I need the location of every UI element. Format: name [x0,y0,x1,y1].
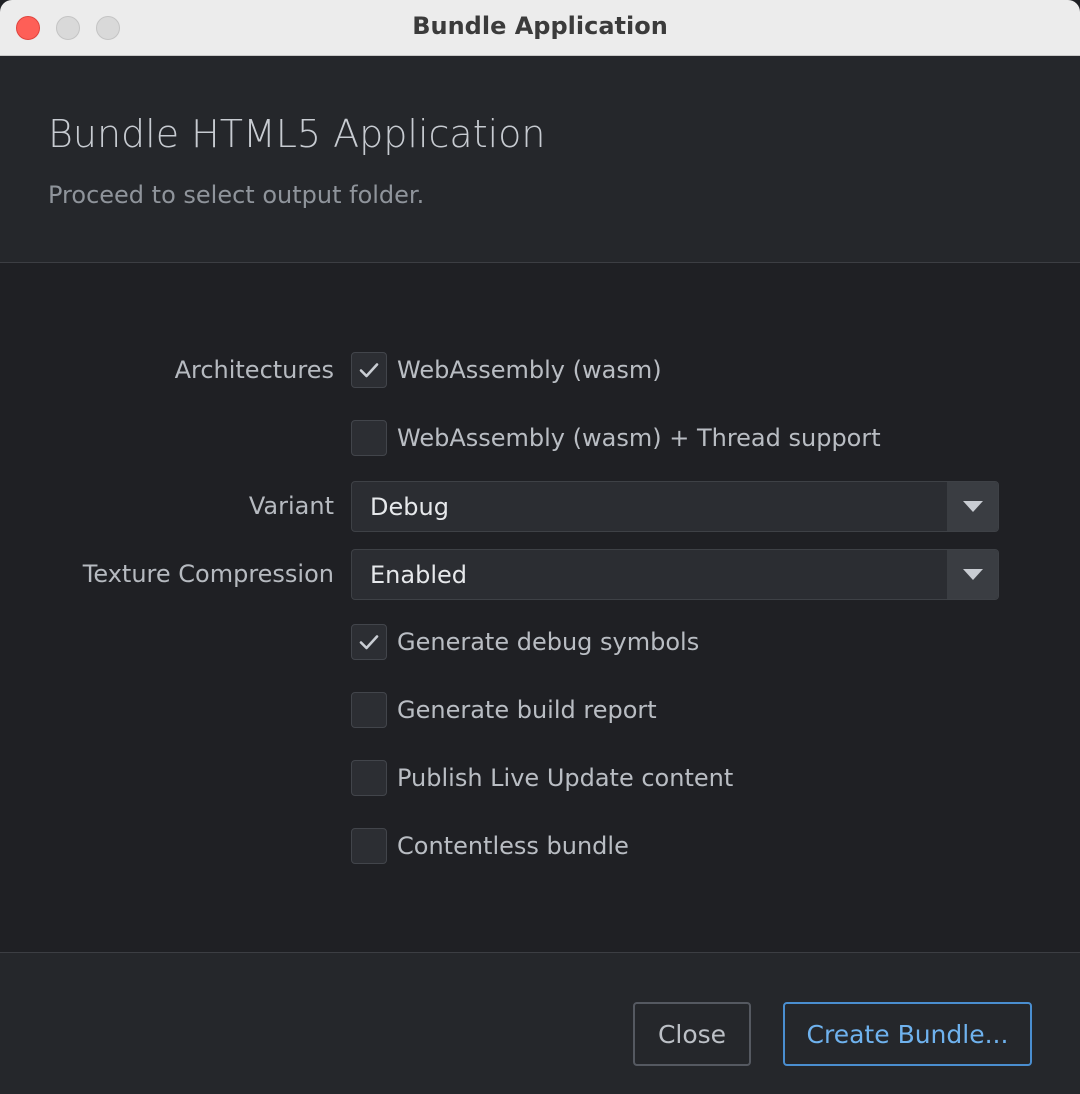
dialog-footer: Close Create Bundle... [0,953,1080,1094]
texture-compression-dropdown-button[interactable] [946,550,998,599]
live-update-label: Publish Live Update content [397,764,734,792]
close-button[interactable]: Close [633,1002,751,1066]
arch-wasm-label: WebAssembly (wasm) [397,356,662,384]
variant-dropdown-button[interactable] [946,482,998,531]
arch-wasm-threads-checkbox[interactable] [351,420,387,456]
dialog-header: Bundle HTML5 Application Proceed to sele… [0,56,1080,263]
dialog-title: Bundle HTML5 Application [48,112,546,156]
window-title: Bundle Application [412,12,668,40]
architectures-label: Architectures [174,356,334,384]
build-report-checkbox[interactable] [351,692,387,728]
debug-symbols-label: Generate debug symbols [397,628,700,656]
window-titlebar: Bundle Application [0,0,1080,56]
debug-symbols-checkbox[interactable] [351,624,387,660]
variant-select[interactable]: Debug [351,481,999,532]
create-bundle-button[interactable]: Create Bundle... [783,1002,1032,1066]
contentless-bundle-label: Contentless bundle [397,832,629,860]
texture-compression-label: Texture Compression [82,560,334,588]
triangle-down-icon [963,501,983,512]
texture-compression-select[interactable]: Enabled [351,549,999,600]
checkmark-icon [359,635,379,650]
triangle-down-icon [963,569,983,580]
contentless-bundle-checkbox[interactable] [351,828,387,864]
variant-value: Debug [370,493,449,521]
arch-wasm-threads-label: WebAssembly (wasm) + Thread support [397,424,881,452]
arch-wasm-checkbox[interactable] [351,352,387,388]
dialog-subtitle: Proceed to select output folder. [48,181,425,209]
checkmark-icon [359,363,379,378]
build-report-label: Generate build report [397,696,657,724]
live-update-checkbox[interactable] [351,760,387,796]
variant-label: Variant [248,492,334,520]
texture-compression-value: Enabled [370,561,467,589]
dialog-body: Architectures WebAssembly (wasm) WebAsse… [0,263,1080,953]
